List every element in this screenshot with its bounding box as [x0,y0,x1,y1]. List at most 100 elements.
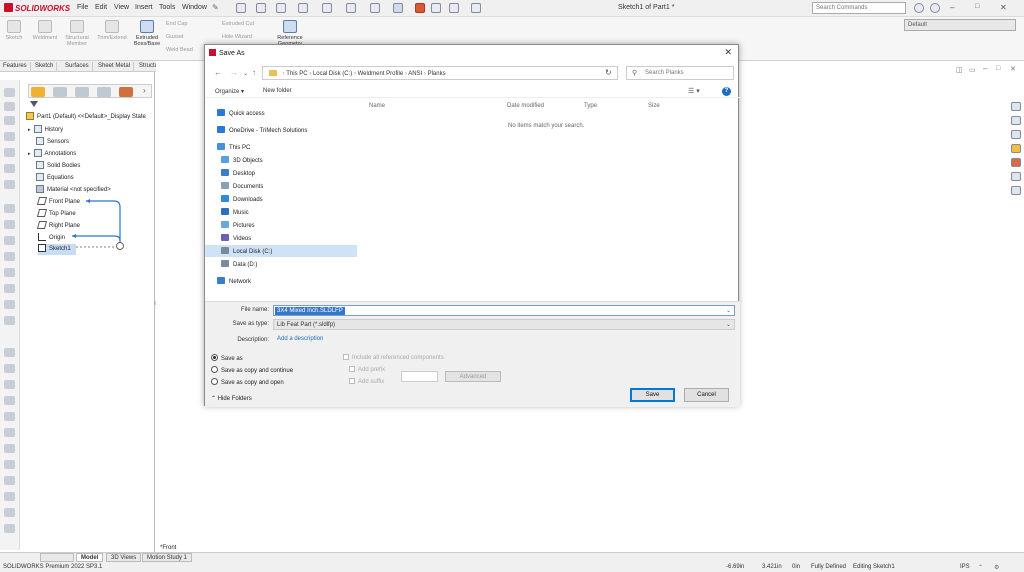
help-icon[interactable]: ? [722,87,731,96]
select-icon[interactable] [393,3,403,13]
custom-properties-icon[interactable] [1011,172,1021,181]
recent-chevron-icon[interactable]: ⌄ [243,70,248,77]
tile-doc-icon[interactable]: ▭ [969,66,976,74]
column-size[interactable]: Size [648,103,660,109]
help-icon[interactable] [930,3,940,13]
nav-pictures[interactable]: Pictures [205,219,357,231]
gusset-button[interactable]: Gusset [166,34,202,40]
extruded-cut-button[interactable]: Extruded Cut [222,21,270,27]
nav-music[interactable]: Music [205,206,357,218]
tool-icon[interactable] [4,316,15,325]
column-date-modified[interactable]: Date modified [507,103,544,109]
include-references-checkbox[interactable]: Include all referenced components [343,354,444,361]
search-planks-input[interactable]: ⚲ Search Planks [626,66,734,80]
menu-tools[interactable]: Tools [159,4,175,11]
breadcrumb-this-pc[interactable]: This PC [286,71,307,77]
maximize-doc-icon[interactable]: □ [996,65,1000,72]
back-arrow-icon[interactable]: ← [214,68,222,77]
view-options-icon[interactable]: ☰ ▾ [688,87,700,95]
organize-button[interactable]: Organize ▾ [215,88,244,95]
close-icon[interactable]: ✕ [1000,3,1010,13]
tool-icon[interactable] [4,444,15,453]
save-button[interactable]: Save [630,388,675,402]
tool-icon[interactable] [4,524,15,533]
new-document-icon[interactable] [256,3,266,13]
hide-folders-toggle[interactable]: ⌃ Hide Folders [211,395,252,402]
unit-system[interactable]: IPS [960,564,970,570]
nav-this-pc[interactable]: This PC [205,141,357,153]
save-as-type-select[interactable]: Lib Feat Part (*.sldlfp) ⌄ [273,319,735,330]
rebuild-icon[interactable] [415,3,425,13]
add-prefix-checkbox[interactable]: Add prefix [349,366,385,373]
nav-videos[interactable]: Videos [205,232,357,244]
open-icon[interactable] [276,3,286,13]
restore-doc-icon[interactable]: ◫ [956,66,963,74]
forum-icon[interactable] [1011,186,1021,195]
configuration-dropdown[interactable]: Default [904,19,1016,31]
pin-icon[interactable]: ✎ [212,3,222,13]
column-type[interactable]: Type [584,103,597,109]
tool-icon[interactable] [4,300,15,309]
add-description-link[interactable]: Add a description [277,336,323,342]
breadcrumb-ansi[interactable]: ANSI [408,71,422,77]
menu-window[interactable]: Window [182,4,207,11]
chevron-up-icon[interactable]: ⌃ [978,564,983,571]
tool-icon[interactable] [4,460,15,469]
home-icon[interactable] [236,3,246,13]
rotate-icon[interactable] [471,3,481,13]
chevron-down-icon[interactable]: ⌄ [726,307,731,314]
breadcrumb-local-disk[interactable]: Local Disk (C:) [313,71,352,77]
undo-icon[interactable] [346,3,356,13]
redo-icon[interactable] [370,3,380,13]
tool-icon[interactable] [4,268,15,277]
file-explorer-icon[interactable] [1011,144,1021,153]
design-library-icon[interactable] [1011,130,1021,139]
tool-icon[interactable] [4,492,15,501]
customize-icon[interactable]: ⚙ [994,564,999,571]
nav-onedrive[interactable]: OneDrive - TriMech Solutions [205,124,357,136]
tool-icon[interactable] [4,508,15,517]
minimize-icon[interactable]: – [950,3,960,13]
address-bar[interactable]: › This PC › Local Disk (C:) › Weldment P… [262,66,618,80]
home-pane-icon[interactable] [1011,102,1021,111]
tool-icon[interactable] [4,380,15,389]
nav-quick-access[interactable]: Quick access [205,107,357,119]
radio-save-as-copy-continue[interactable]: Save as copy and continue [211,366,293,374]
search-commands-input[interactable]: Search Commands [812,2,906,14]
breadcrumb-weldment-profile[interactable]: Weldment Profile [358,71,404,77]
hole-wizard-button[interactable]: Hole Wizard [222,34,270,40]
resources-pane-icon[interactable] [1011,116,1021,125]
weld-bead-button[interactable]: Weld Bead [166,47,206,53]
nav-3d-objects[interactable]: 3D Objects [205,154,357,166]
up-arrow-icon[interactable]: ↑ [252,68,256,77]
file-name-input[interactable]: 3X4 Mixed Inch.SLDLFP ⌄ [273,305,735,316]
account-icon[interactable] [914,3,924,13]
refresh-icon[interactable]: ↻ [605,68,612,77]
tool-icon[interactable] [4,284,15,293]
close-doc-icon[interactable]: ✕ [1010,65,1016,73]
print-icon[interactable] [322,3,332,13]
radio-save-as-copy-open[interactable]: Save as copy and open [211,378,284,386]
tab-model[interactable]: Model [76,553,104,562]
dialog-close-icon[interactable]: ✕ [724,47,732,58]
nav-data-d[interactable]: Data (D:) [205,258,357,270]
tab-motion-study-1[interactable]: Motion Study 1 [142,553,193,562]
appearances-icon[interactable] [1011,158,1021,167]
panel-collapse-icon[interactable]: ‹ [154,300,156,307]
tab-scroll-icon[interactable] [40,553,74,562]
advanced-button[interactable]: Advanced [445,371,501,382]
nav-desktop[interactable]: Desktop [205,167,357,179]
tool-icon[interactable] [4,428,15,437]
column-name[interactable]: Name [369,103,385,109]
add-suffix-checkbox[interactable]: Add suffix [349,378,384,385]
tool-icon[interactable] [4,348,15,357]
cancel-button[interactable]: Cancel [684,388,729,402]
tool-icon[interactable] [4,364,15,373]
radio-save-as[interactable]: Save as [211,354,243,362]
tab-3d-views[interactable]: 3D Views [106,553,142,562]
maximize-icon[interactable]: □ [975,3,985,13]
tool-icon[interactable] [4,412,15,421]
nav-documents[interactable]: Documents [205,180,357,192]
nav-local-disk-c[interactable]: Local Disk (C:) [205,245,357,257]
breadcrumb-planks[interactable]: Planks [428,71,446,77]
